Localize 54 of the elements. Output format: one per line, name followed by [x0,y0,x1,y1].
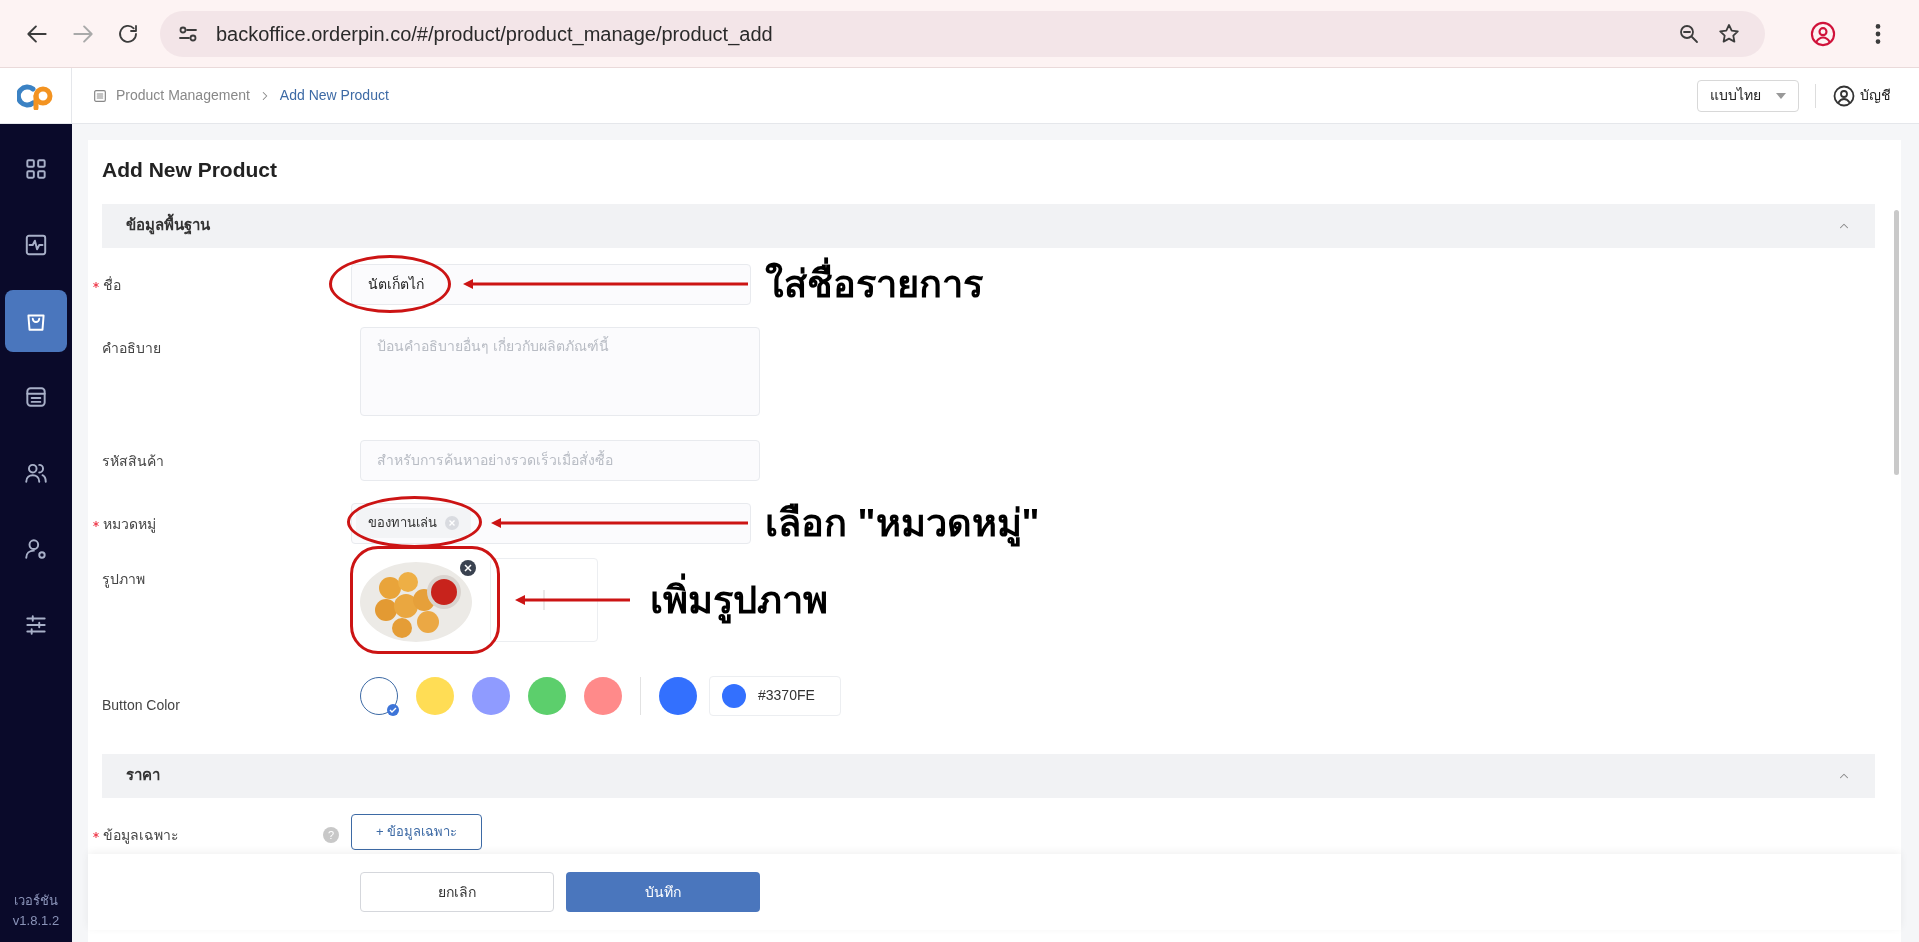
caret-icon [1776,92,1786,99]
input-field[interactable]: สำหรับการค้นหาอย่างรวดเร็วเมื่อสั่งซื้อ [360,439,760,481]
scrollbar[interactable] [1894,210,1899,475]
save-button[interactable]: บันทึก [566,872,760,912]
account-button[interactable]: บัญชี [1832,83,1891,108]
custom-color-swatch[interactable] [659,676,697,715]
field-label: รหัสสินค้า [102,451,164,471]
color-swatch[interactable] [416,676,454,715]
color-swatch[interactable] [584,676,622,715]
breadcrumb-link[interactable]: Add New Product [279,85,389,106]
color-swatch[interactable] [360,676,398,715]
required-icon [93,521,99,527]
section-header[interactable]: ข้อมูลพื้นฐาน [102,203,1875,248]
sliders-icon [23,612,49,638]
field-label: ข้อมูลเฉพาะ [103,825,179,846]
logo-icon[interactable] [16,81,55,110]
field-label: ชื่อ [103,275,121,295]
required-icon [93,282,99,288]
grid-icon [23,156,49,182]
category-tag[interactable]: ของทานเล่น [356,508,471,538]
input-field[interactable]: นัตเก็ตไก่ [351,263,751,305]
remove-icon[interactable] [460,559,476,576]
color-swatch[interactable] [472,676,510,715]
star-icon[interactable] [1717,21,1741,46]
breadcrumb-link[interactable]: Product Management [116,85,250,106]
page-title: Add New Product [102,157,278,183]
section-header[interactable]: ราคา [102,753,1875,798]
hex-color-field[interactable]: #3370FE [709,675,841,716]
field-label: หมวดหมู่ [103,514,156,535]
version-number: v1.8.1.2 [12,911,60,930]
field-label: รูปภาพ [102,569,145,590]
category-select[interactable]: ของทานเล่น [351,502,751,544]
cancel-button[interactable]: ยกเลิก [360,872,554,912]
required-icon [93,832,99,838]
field-label: คำอธิบาย [102,338,161,358]
annotation-text: เพิ่มรูปภาพ [650,571,828,628]
check-icon [387,703,399,716]
sidebar-item[interactable] [5,290,67,352]
archive-icon [23,384,49,410]
help-icon: ? [323,827,339,843]
field-label: Button Color [102,695,180,715]
profile-icon[interactable] [1809,19,1837,48]
user-settings-icon [23,536,49,562]
user-icon [1832,83,1856,108]
textarea-field[interactable]: ป้อนคำอธิบายอื่นๆ เกี่ยวกับผลิตภัณฑ์นี้ [360,326,760,416]
color-swatch[interactable] [528,676,566,715]
language-select[interactable]: แบบไทย [1697,79,1799,112]
list-icon [92,87,108,104]
address-bar[interactable]: backoffice.orderpin.co/#/product/product_manage/product_add [160,10,1765,57]
activity-icon [23,232,49,258]
version-label: เวอร์ชัน [14,892,58,910]
add-spec-button[interactable]: + ข้อมูลเฉพาะ [351,813,483,850]
annotation-text: เลือก "หมวดหมู่" [765,494,1040,552]
annotation-text: ใส่ชื่อรายการ [765,255,983,313]
